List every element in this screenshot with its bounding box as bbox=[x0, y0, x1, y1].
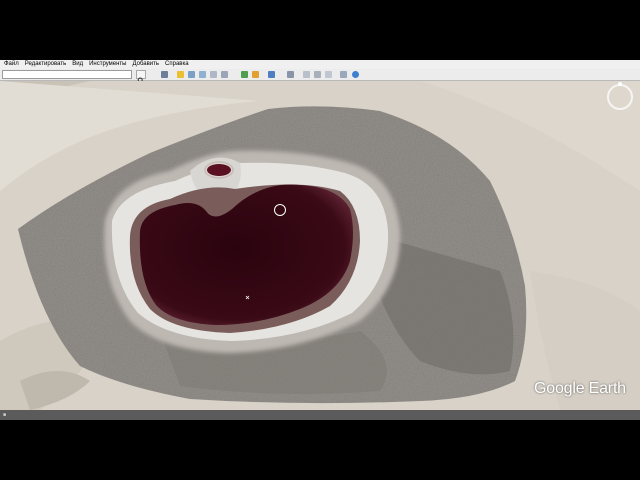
cursor-ring bbox=[274, 204, 286, 216]
menu-add[interactable]: Добавить bbox=[130, 60, 163, 69]
search-button[interactable] bbox=[136, 70, 146, 84]
save-image-icon[interactable] bbox=[325, 71, 332, 78]
menu-edit[interactable]: Редактировать bbox=[22, 60, 69, 69]
print-icon[interactable] bbox=[314, 71, 321, 78]
email-icon[interactable] bbox=[303, 71, 310, 78]
ruler-icon[interactable] bbox=[287, 71, 294, 78]
google-earth-window: Файл Редактировать Вид Инструменты Добав… bbox=[0, 60, 640, 420]
status-bar: ■ bbox=[0, 410, 640, 420]
menu-file[interactable]: Файл bbox=[0, 60, 22, 69]
earth-gallery-icon[interactable] bbox=[352, 71, 359, 78]
record-tour-icon[interactable] bbox=[221, 71, 228, 78]
search-input[interactable] bbox=[2, 70, 132, 79]
maps-icon[interactable] bbox=[340, 71, 347, 78]
satellite-imagery bbox=[0, 81, 640, 410]
path-icon[interactable] bbox=[199, 71, 206, 78]
menu-help[interactable]: Справка bbox=[162, 60, 192, 69]
placemark-icon[interactable] bbox=[177, 71, 184, 78]
menu-tools[interactable]: Инструменты bbox=[86, 60, 129, 69]
menu-view[interactable]: Вид bbox=[69, 60, 86, 69]
sun-icon[interactable] bbox=[252, 71, 259, 78]
sidebar-icon[interactable] bbox=[161, 71, 168, 78]
satellite-map-view[interactable] bbox=[0, 81, 640, 410]
toolbar bbox=[0, 69, 640, 84]
image-overlay-icon[interactable] bbox=[210, 71, 217, 78]
compass-north-marker bbox=[618, 82, 622, 86]
planets-icon[interactable] bbox=[268, 71, 275, 78]
navigation-compass[interactable] bbox=[607, 82, 633, 110]
polygon-icon[interactable] bbox=[188, 71, 195, 78]
google-earth-logo: Google Earth bbox=[534, 380, 626, 397]
historical-imagery-icon[interactable] bbox=[241, 71, 248, 78]
status-left-icon: ■ bbox=[3, 412, 7, 418]
